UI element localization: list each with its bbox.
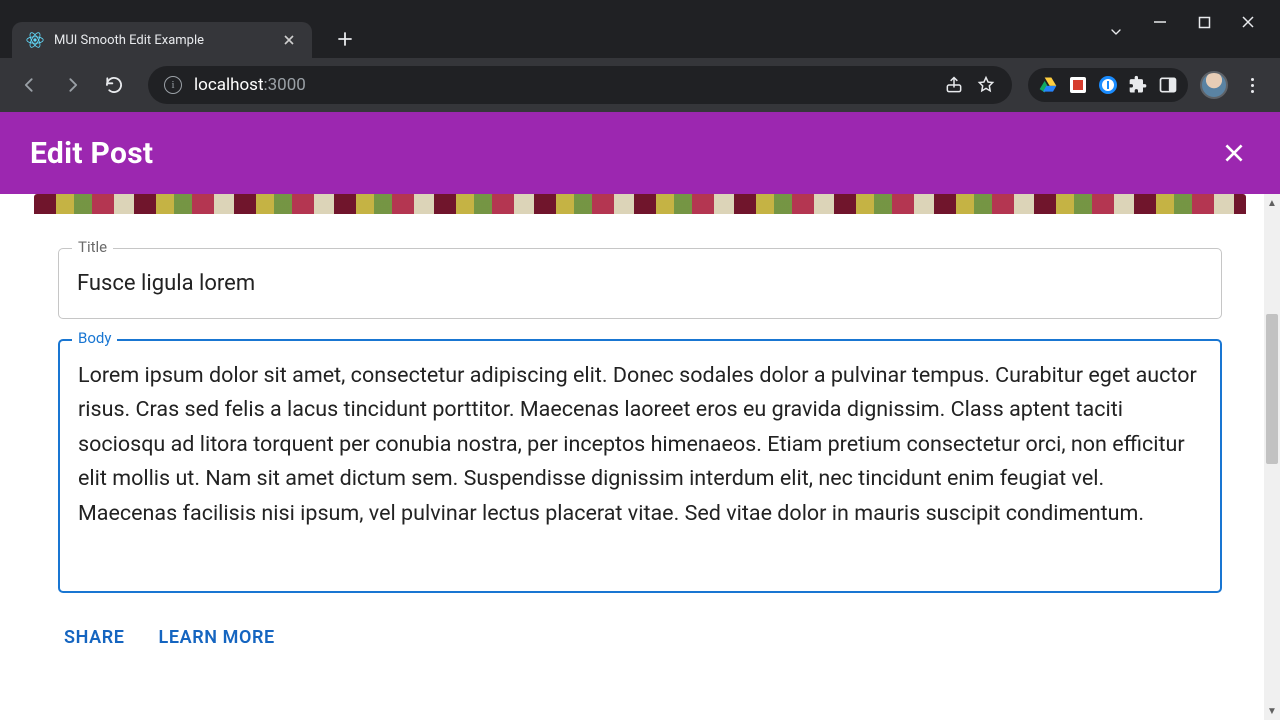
onepassword-icon[interactable] <box>1098 75 1118 95</box>
browser-tab-active[interactable]: MUI Smooth Edit Example <box>12 22 312 58</box>
window-close-icon[interactable] <box>1240 14 1256 30</box>
title-input[interactable] <box>58 248 1222 319</box>
title-label: Title <box>72 238 113 256</box>
extensions-puzzle-icon[interactable] <box>1128 75 1148 95</box>
new-tab-button[interactable] <box>330 24 360 54</box>
header-image <box>34 194 1246 214</box>
body-label: Body <box>72 329 117 347</box>
browser-chrome: MUI Smooth Edit Example i localhost:3000 <box>0 0 1280 112</box>
window-controls <box>1108 0 1280 32</box>
card-actions: SHARE LEARN MORE <box>58 627 1222 648</box>
address-bar[interactable]: i localhost:3000 <box>148 66 1012 104</box>
browser-menu-icon[interactable] <box>1240 78 1264 93</box>
browser-toolbar: i localhost:3000 <box>0 58 1280 112</box>
extensions-pill <box>1028 68 1188 102</box>
page-viewport: Edit Post Title Body SHARE LEARN MORE <box>0 112 1280 720</box>
learn-more-button[interactable]: LEARN MORE <box>159 627 275 648</box>
page-title: Edit Post <box>30 136 153 171</box>
back-button[interactable] <box>12 67 48 103</box>
app-bar: Edit Post <box>0 112 1280 194</box>
tab-strip: MUI Smooth Edit Example <box>0 14 1280 58</box>
extensions-area <box>1028 68 1268 102</box>
tab-close-icon[interactable] <box>280 31 298 49</box>
reload-button[interactable] <box>96 67 132 103</box>
window-minimize-icon[interactable] <box>1152 14 1168 30</box>
react-icon <box>26 31 44 49</box>
vertical-scrollbar[interactable]: ▲ ▼ <box>1264 194 1280 720</box>
bookmark-star-icon[interactable] <box>976 75 996 95</box>
dialog-close-button[interactable] <box>1218 137 1250 169</box>
forward-button[interactable] <box>54 67 90 103</box>
scroll-up-icon[interactable]: ▲ <box>1264 194 1280 212</box>
body-textarea[interactable] <box>78 359 1202 569</box>
url-text: localhost:3000 <box>194 75 306 95</box>
scroll-thumb[interactable] <box>1266 314 1278 464</box>
share-page-icon[interactable] <box>944 75 964 95</box>
scroll-down-icon[interactable]: ▼ <box>1264 702 1280 720</box>
window-maximize-icon[interactable] <box>1196 14 1212 30</box>
edit-form: Title Body SHARE LEARN MORE <box>34 214 1246 672</box>
body-field: Body <box>58 339 1222 593</box>
title-field: Title <box>58 248 1222 319</box>
tab-search-icon[interactable] <box>1108 14 1124 32</box>
content-area: Title Body SHARE LEARN MORE ▲ ▼ <box>0 194 1280 720</box>
site-info-icon[interactable]: i <box>164 76 182 94</box>
panel-icon[interactable] <box>1158 75 1178 95</box>
google-drive-icon[interactable] <box>1038 75 1058 95</box>
tab-title: MUI Smooth Edit Example <box>54 33 270 48</box>
share-button[interactable]: SHARE <box>64 627 125 648</box>
profile-avatar[interactable] <box>1200 71 1228 99</box>
extension-icon[interactable] <box>1068 75 1088 95</box>
